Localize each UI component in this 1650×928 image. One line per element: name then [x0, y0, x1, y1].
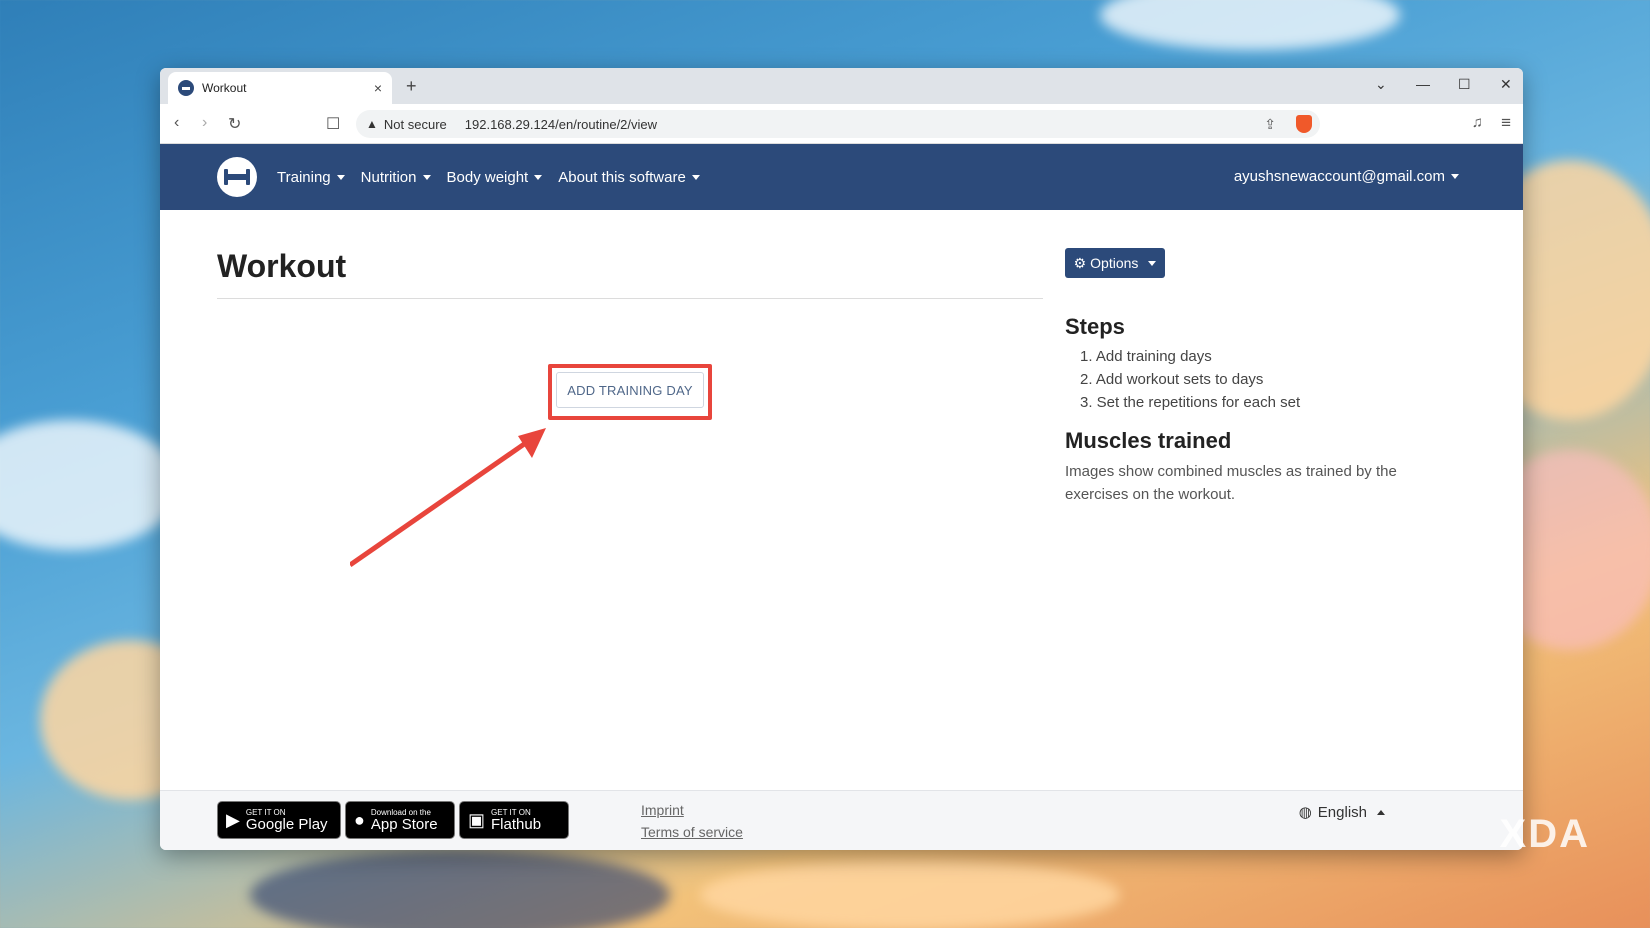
imprint-link[interactable]: Imprint [641, 802, 684, 818]
nav-nutrition[interactable]: Nutrition [361, 169, 431, 186]
nav-training[interactable]: Training [277, 169, 345, 186]
main-menu: Training Nutrition Body weight About thi… [277, 144, 700, 210]
google-play-badge[interactable]: ▶ GET IT ON Google Play [217, 801, 341, 839]
wallpaper-cloud [250, 850, 670, 928]
forward-icon[interactable]: › [202, 114, 207, 132]
caret-down-icon [691, 174, 700, 180]
back-icon[interactable]: ‹ [174, 114, 179, 132]
caret-down-icon [1148, 260, 1157, 266]
caret-down-icon [1451, 174, 1459, 179]
caret-down-icon [422, 174, 431, 180]
options-button[interactable]: ⚙ Options [1065, 248, 1165, 278]
page-title: Workout [217, 248, 347, 284]
nav-body-weight[interactable]: Body weight [447, 169, 543, 186]
new-tab-button[interactable]: + [406, 76, 417, 97]
share-icon[interactable]: ⇪ [1264, 116, 1276, 133]
tab-title: Workout [202, 81, 247, 95]
wallpaper-cloud [700, 860, 1120, 928]
wger-logo-icon[interactable] [217, 157, 257, 197]
add-training-day-button[interactable]: ADD TRAINING DAY [556, 372, 704, 408]
nav-about[interactable]: About this software [558, 169, 700, 186]
wger-favicon-icon [178, 80, 194, 96]
page-content: Workout ADD TRAINING DAY ⚙ Options Steps… [160, 210, 1523, 790]
annotation-arrow-icon [350, 428, 546, 568]
browser-window: Workout × + ⌄ — ☐ ✕ ‹ › ↻ ☐ ▲ Not secure… [160, 68, 1523, 850]
google-play-icon: ▶ [226, 809, 240, 830]
list-item: 2. Add workout sets to days [1080, 371, 1264, 388]
wallpaper-cloud [0, 420, 180, 550]
tab-workout[interactable]: Workout × [168, 72, 392, 104]
muscles-heading: Muscles trained [1065, 428, 1232, 453]
minimize-button[interactable]: — [1416, 76, 1430, 92]
user-menu[interactable]: ayushsnewaccount@gmail.com [1234, 168, 1459, 185]
media-icon[interactable]: ♫ [1472, 114, 1483, 131]
gear-icon: ⚙ [1073, 254, 1087, 271]
steps-heading: Steps [1065, 314, 1125, 339]
url-field[interactable]: ▲ Not secure 192.168.29.124/en/routine/2… [356, 110, 1320, 138]
maximize-button[interactable]: ☐ [1458, 76, 1471, 93]
list-item: 1. Add training days [1080, 348, 1212, 365]
divider [217, 298, 1043, 299]
steps-list: 1. Add training days 2. Add workout sets… [1080, 348, 1300, 417]
xda-watermark: XDA [1499, 812, 1590, 856]
url-text[interactable]: 192.168.29.124/en/routine/2/view [465, 117, 657, 132]
tab-search-icon[interactable]: ⌄ [1375, 76, 1387, 93]
muscles-description: Images show combined muscles as trained … [1065, 463, 1397, 503]
close-window-button[interactable]: ✕ [1500, 76, 1512, 93]
not-secure-label[interactable]: Not secure [384, 117, 447, 132]
language-selector[interactable]: ◍ English [1299, 803, 1385, 821]
wallpaper-cloud [1100, 0, 1400, 50]
terms-link[interactable]: Terms of service [641, 824, 743, 840]
reload-icon[interactable]: ↻ [228, 114, 241, 134]
brave-shield-icon[interactable] [1296, 115, 1312, 133]
tab-bar: Workout × + ⌄ — ☐ ✕ [160, 68, 1523, 104]
apple-icon: ● [354, 809, 365, 830]
flathub-badge[interactable]: ▣ GET IT ON Flathub [459, 801, 569, 839]
caret-down-icon [336, 174, 345, 180]
caret-up-icon [1377, 809, 1385, 815]
caret-down-icon [534, 174, 543, 180]
warning-icon: ▲ [366, 117, 378, 131]
hamburger-menu-icon[interactable]: ≡ [1501, 113, 1511, 133]
page-footer: ▶ GET IT ON Google Play ● Download on the… [160, 790, 1523, 850]
tab-close-icon[interactable]: × [374, 80, 382, 96]
list-item: 3. Set the repetitions for each set [1080, 394, 1301, 411]
globe-icon: ◍ [1298, 804, 1312, 821]
app-navbar: Training Nutrition Body weight About thi… [160, 144, 1523, 210]
app-store-badge[interactable]: ● Download on the App Store [345, 801, 455, 839]
address-bar: ‹ › ↻ ☐ ▲ Not secure 192.168.29.124/en/r… [160, 104, 1523, 144]
flathub-icon: ▣ [468, 809, 486, 830]
bookmark-icon[interactable]: ☐ [326, 114, 340, 134]
